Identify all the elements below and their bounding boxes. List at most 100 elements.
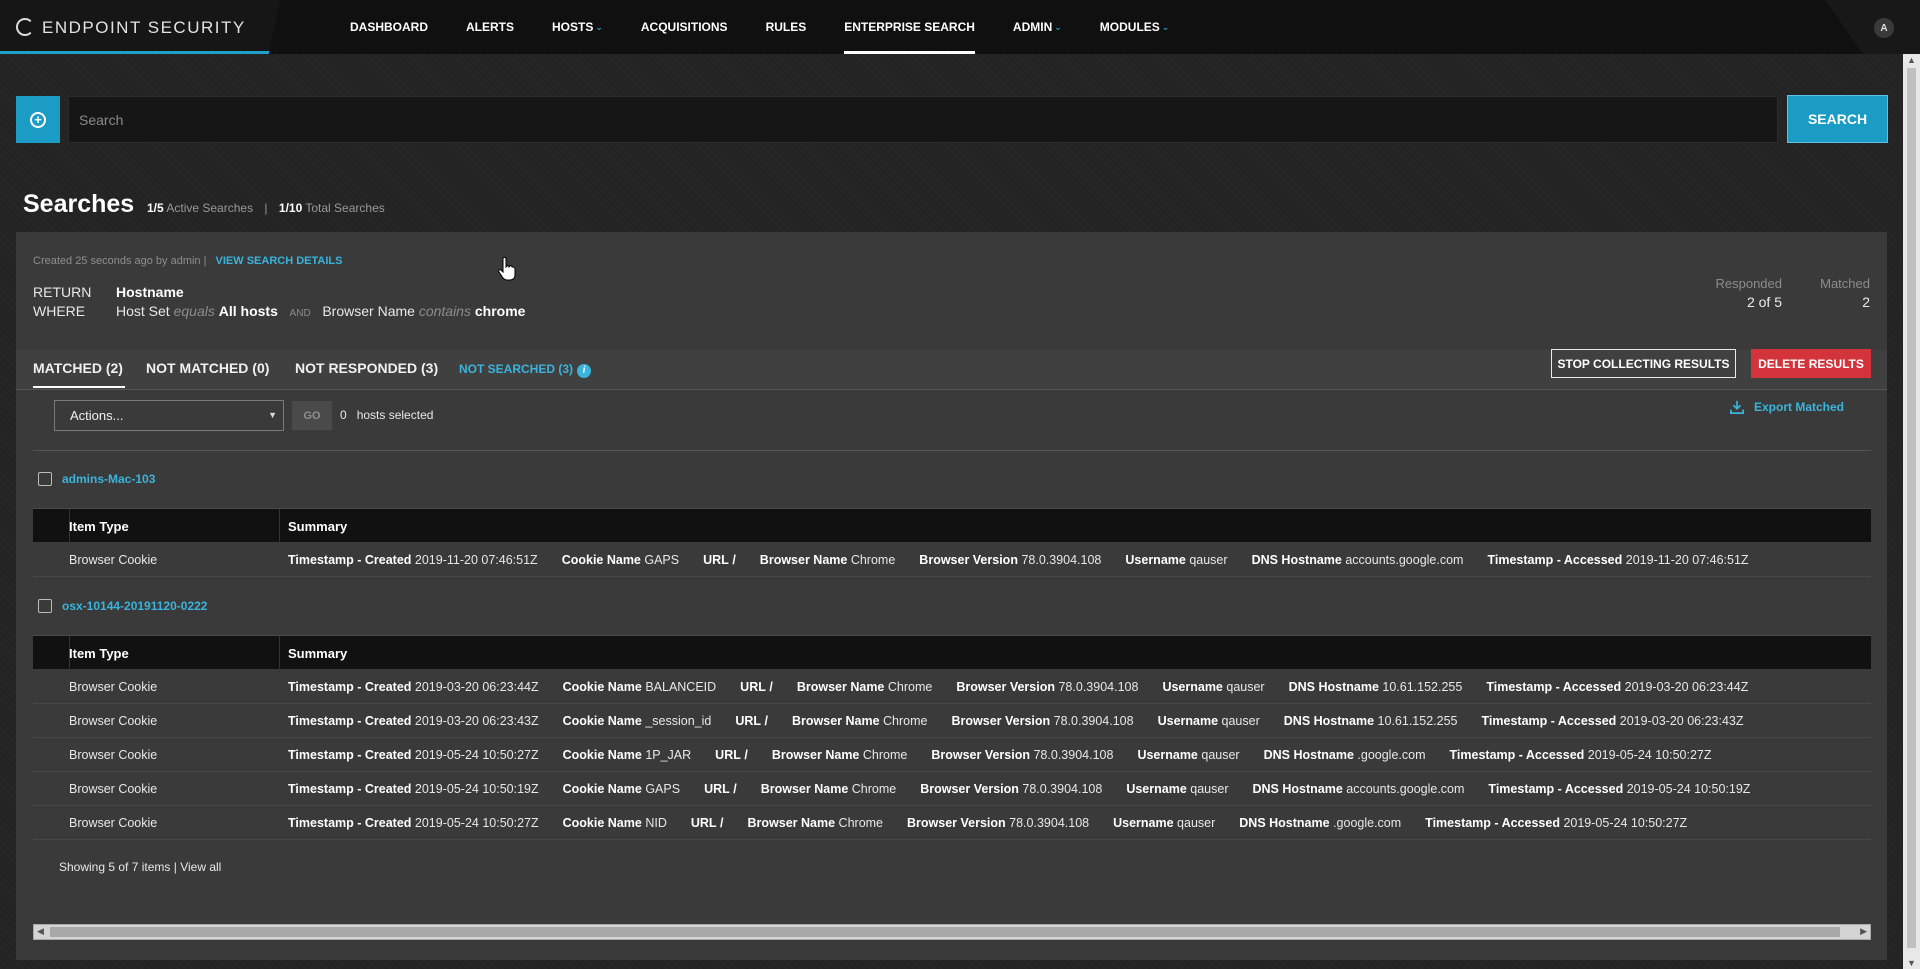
search-created-info: Created 25 seconds ago by admin | VIEW S…: [33, 255, 342, 267]
cond1-value: All hosts: [218, 303, 278, 319]
summary-field: Browser Name Chrome: [792, 714, 928, 728]
host-link[interactable]: admins-Mac-103: [62, 472, 155, 486]
view-all-link[interactable]: View all: [180, 860, 221, 874]
avatar[interactable]: A: [1874, 18, 1894, 38]
horizontal-scrollbar[interactable]: ◀ ▶: [33, 924, 1871, 940]
nav-label: ALERTS: [466, 20, 514, 34]
table-row[interactable]: Browser Cookie Timestamp - Created 2019-0…: [33, 772, 1871, 806]
field-value: Chrome: [883, 714, 928, 728]
field-value: 2019-05-24 10:50:27Z: [1563, 816, 1688, 830]
table-row[interactable]: Browser Cookie Timestamp - Created 2019-1…: [33, 543, 1871, 577]
nav-hosts[interactable]: HOSTS ⌄: [552, 0, 603, 54]
search-input[interactable]: [68, 96, 1778, 143]
tab-not-responded[interactable]: NOT RESPONDED (3): [295, 360, 438, 376]
summary-field: Cookie Name _session_id: [563, 714, 712, 728]
nav-acquisitions[interactable]: ACQUISITIONS: [641, 0, 728, 54]
table-row[interactable]: Browser Cookie Timestamp - Created 2019-0…: [33, 806, 1871, 840]
field-value: 2019-11-20 07:46:51Z: [1625, 553, 1749, 567]
matched-value: 2: [1862, 294, 1870, 310]
go-button[interactable]: GO: [292, 401, 332, 430]
vertical-scrollbar[interactable]: ▲ ▼: [1903, 54, 1920, 969]
nav-alerts[interactable]: ALERTS: [466, 0, 514, 54]
field-value: .google.com: [1357, 748, 1426, 762]
brand-area[interactable]: ENDPOINT SECURITY: [0, 0, 280, 54]
summary-field: Cookie Name GAPS: [562, 553, 679, 567]
nav-modules[interactable]: MODULES ⌄: [1100, 0, 1170, 54]
field-label: Username: [1157, 714, 1219, 728]
field-label: URL: [715, 748, 741, 762]
host-checkbox[interactable]: [38, 472, 52, 486]
add-search-button[interactable]: +: [16, 96, 60, 143]
field-value: 10.61.152.255: [1382, 680, 1463, 694]
summary-field: Browser Name Chrome: [772, 748, 908, 762]
summary-field: DNS Hostname .google.com: [1239, 816, 1401, 830]
field-value: Chrome: [838, 816, 884, 830]
scrollbar-thumb[interactable]: [50, 927, 1840, 937]
item-type-cell: Browser Cookie: [69, 816, 158, 830]
nav-admin[interactable]: ADMIN ⌄: [1013, 0, 1062, 54]
field-label: DNS Hostname: [1288, 680, 1379, 694]
field-label: Timestamp - Accessed: [1488, 782, 1624, 796]
delete-results-button[interactable]: DELETE RESULTS: [1751, 349, 1871, 378]
search-button[interactable]: SEARCH: [1787, 95, 1888, 143]
main-nav: DASHBOARD ALERTS HOSTS ⌄ ACQUISITIONS RUL…: [350, 0, 1207, 54]
where-label: WHERE: [33, 303, 86, 319]
field-value: _session_id: [645, 714, 712, 728]
nav-enterprise-search[interactable]: ENTERPRISE SEARCH: [844, 0, 975, 54]
field-value: 2019-03-20 06:23:44Z: [1624, 680, 1749, 694]
scroll-up-icon[interactable]: ▲: [1907, 55, 1916, 65]
scrollbar-thumb[interactable]: [1907, 68, 1916, 948]
total-count: 1/10: [278, 201, 303, 215]
summary-field: Browser Version 78.0.3904.108: [931, 748, 1113, 762]
tab-matched[interactable]: MATCHED (2): [33, 360, 125, 388]
scroll-down-icon[interactable]: ▼: [1907, 958, 1916, 968]
item-type-cell: Browser Cookie: [69, 714, 158, 728]
field-label: DNS Hostname: [1263, 748, 1354, 762]
host-link[interactable]: osx-10144-20191120-0222: [62, 599, 207, 613]
field-value: qauser: [1189, 553, 1228, 567]
table-row[interactable]: Browser Cookie Timestamp - Created 2019-0…: [33, 704, 1871, 738]
field-label: Cookie Name: [562, 782, 642, 796]
summary-field: Username qauser: [1113, 816, 1215, 830]
host-checkbox[interactable]: [38, 599, 52, 613]
info-icon[interactable]: i: [577, 364, 592, 378]
field-value: 2019-03-20 06:23:43Z: [414, 714, 539, 728]
field-value: GAPS: [645, 782, 681, 796]
item-type-cell: Browser Cookie: [69, 680, 158, 694]
active-label: Active Searches: [166, 201, 254, 215]
scroll-left-icon[interactable]: ◀: [37, 926, 44, 937]
item-type-cell: Browser Cookie: [69, 553, 158, 567]
tab-not-searched[interactable]: NOT SEARCHED (3) i: [459, 362, 592, 378]
nav-label: DASHBOARD: [350, 20, 428, 34]
nav-dashboard[interactable]: DASHBOARD: [350, 0, 428, 54]
field-value: 78.0.3904.108: [1021, 553, 1102, 567]
where-conditions: Host Set equals All hosts AND Browser Na…: [116, 303, 525, 319]
field-label: URL: [735, 714, 762, 728]
field-value: 2019-11-20 07:46:51Z: [414, 553, 538, 567]
column-divider: [279, 636, 280, 670]
field-label: Timestamp - Created: [288, 782, 412, 796]
item-type-cell: Browser Cookie: [69, 782, 158, 796]
and-label: AND: [289, 308, 311, 319]
summary-field: Timestamp - Accessed 2019-03-20 06:23:44…: [1486, 680, 1748, 694]
summary-field: URL /: [704, 782, 737, 796]
summary-field: Timestamp - Created 2019-03-20 06:23:43Z: [288, 714, 539, 728]
scroll-right-icon[interactable]: ▶: [1860, 926, 1867, 937]
field-value: 2019-03-20 06:23:44Z: [414, 680, 539, 694]
field-label: Username: [1162, 680, 1223, 694]
export-matched-link[interactable]: Export Matched: [1730, 400, 1844, 414]
field-value: accounts.google.com: [1346, 782, 1465, 796]
table-row[interactable]: Browser Cookie Timestamp - Created 2019-0…: [33, 738, 1871, 772]
page-title: Searches: [23, 190, 135, 218]
actions-select[interactable]: Actions... ▼: [54, 400, 284, 431]
summary-field: Username qauser: [1158, 714, 1260, 728]
summary-field: URL /: [691, 816, 724, 830]
field-label: Username: [1125, 553, 1186, 567]
stop-collecting-results-button[interactable]: STOP COLLECTING RESULTS: [1551, 349, 1736, 378]
view-search-details-link[interactable]: VIEW SEARCH DETAILS: [216, 255, 343, 267]
field-label: Username: [1113, 816, 1174, 830]
nav-rules[interactable]: RULES: [766, 0, 807, 54]
cond1-field: Host Set: [116, 303, 170, 319]
tab-not-matched[interactable]: NOT MATCHED (0): [146, 360, 269, 376]
table-row[interactable]: Browser Cookie Timestamp - Created 2019-0…: [33, 670, 1871, 704]
